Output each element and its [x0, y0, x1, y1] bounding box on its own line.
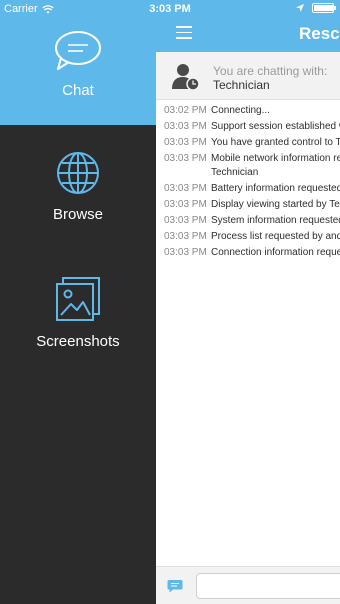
- log-entry: 03:03 PM Support session established w: [156, 120, 340, 134]
- sidebar-item-screenshots[interactable]: Screenshots: [0, 275, 156, 350]
- log-entry: 03:03 PM Display viewing started by Te: [156, 198, 340, 212]
- log-time: 03:03 PM: [164, 231, 207, 242]
- technician-name: Technician: [213, 78, 270, 92]
- log-entry: 03:03 PM Connection information reque: [156, 246, 340, 260]
- log-message: Process list requested by and: [211, 231, 340, 242]
- status-time: 3:03 PM: [149, 3, 191, 15]
- log-message: Support session established w: [211, 121, 340, 132]
- log-time: 03:02 PM: [164, 105, 207, 116]
- app-title: Rescu: [299, 24, 340, 43]
- log-time: 03:03 PM: [164, 121, 207, 132]
- message-composer: [156, 566, 340, 604]
- log-message: Display viewing started by Te: [211, 199, 340, 210]
- log-time: 03:03 PM: [164, 199, 207, 210]
- chatting-with-label: You are chatting with:: [213, 64, 328, 78]
- log-message: Battery information requested: [211, 183, 340, 194]
- chat-bubble-icon: [55, 31, 101, 70]
- chat-compose-icon[interactable]: [167, 578, 183, 594]
- globe-icon: [57, 152, 99, 194]
- log-time: 03:03 PM: [164, 137, 207, 148]
- log-message: Connecting...: [211, 105, 270, 116]
- message-input[interactable]: [196, 573, 340, 599]
- log-message: Connection information reque: [211, 247, 340, 258]
- log-message: You have granted control to T: [211, 137, 340, 148]
- log-time: 03:03 PM: [164, 247, 207, 258]
- log-time: 03:03 PM: [164, 183, 207, 194]
- log-entry: 03:03 PM Battery information requested: [156, 182, 340, 196]
- session-header: You are chatting with: Technician: [156, 52, 340, 100]
- sidebar-item-label: Browse: [52, 206, 104, 223]
- log-time: 03:03 PM: [164, 215, 207, 226]
- log-message: System information requested: [211, 215, 340, 226]
- sidebar: Chat Browse Screenshots: [0, 0, 156, 604]
- battery-icon: [312, 3, 336, 13]
- chat-panel: Rescu You are chatting with: Technician …: [156, 0, 340, 604]
- session-log: 03:02 PM Connecting... 03:03 PM Support …: [156, 104, 340, 262]
- log-entry: 03:03 PM Mobile network information re T…: [156, 152, 340, 180]
- sidebar-item-browse[interactable]: Browse: [0, 150, 156, 223]
- hamburger-menu-icon[interactable]: [176, 26, 192, 40]
- status-bar: Carrier 3:03 PM: [0, 0, 340, 20]
- log-time: 03:03 PM: [164, 153, 207, 164]
- technician-icon: [172, 64, 200, 91]
- log-entry: 03:03 PM System information requested: [156, 214, 340, 228]
- status-right: [296, 3, 336, 13]
- log-message: Mobile network information re Technician: [211, 153, 340, 178]
- log-entry: 03:02 PM Connecting...: [156, 104, 340, 118]
- log-entry: 03:03 PM You have granted control to T: [156, 136, 340, 150]
- log-entry: 03:03 PM Process list requested by and: [156, 230, 340, 244]
- sidebar-item-label: Screenshots: [36, 333, 120, 350]
- sidebar-item-label: Chat: [62, 82, 94, 99]
- battery-fill: [314, 5, 334, 11]
- location-arrow-icon: [296, 4, 304, 12]
- screenshots-icon: [56, 277, 100, 321]
